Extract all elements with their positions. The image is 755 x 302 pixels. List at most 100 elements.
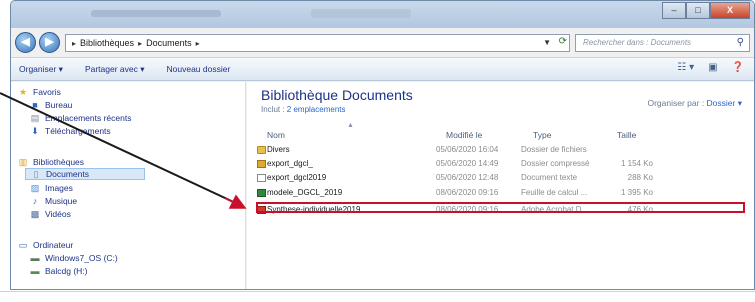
- address-row: ◀ ▶ ▸ Bibliothèques ▸ Documents ▸ ▼ ⟳ Re…: [11, 30, 754, 54]
- bottom-bar: [0, 291, 755, 302]
- address-bar[interactable]: ▸ Bibliothèques ▸ Documents ▸ ▼ ⟳: [65, 34, 570, 52]
- sidebar-item-documents[interactable]: ▯ Documents: [25, 168, 145, 180]
- file-row[interactable]: Divers 05/06/2020 16:04 Dossier de fichi…: [257, 145, 747, 156]
- sidebar-item-downloads[interactable]: ⬇ Téléchargements: [29, 125, 111, 137]
- file-modified: 08/06/2020 09:16: [436, 188, 499, 197]
- sidebar-item-label: Favoris: [33, 87, 61, 97]
- sidebar-item-label: Ordinateur: [33, 240, 74, 250]
- sidebar-item-favoris[interactable]: ★ Favoris: [17, 86, 61, 98]
- library-icon: ▥: [18, 157, 28, 167]
- address-separator: ▸: [138, 38, 143, 48]
- file-type: Feuille de calcul ...: [521, 188, 588, 197]
- arrange-by-dropdown[interactable]: Dossier ▾: [707, 98, 742, 108]
- file-modified: 05/06/2020 14:49: [436, 159, 499, 168]
- file-type: Dossier de fichiers: [521, 145, 587, 154]
- column-header-modified[interactable]: Modifié le: [446, 130, 482, 142]
- star-icon: ★: [18, 87, 28, 97]
- folder-icon: [257, 146, 266, 154]
- sidebar-item-label: Documents: [46, 169, 89, 179]
- sidebar-item-drive-c[interactable]: ▬ Windows7_OS (C:): [29, 252, 118, 264]
- column-header-type[interactable]: Type: [533, 130, 551, 142]
- computer-icon: ▭: [18, 240, 28, 250]
- sidebar-item-label: Téléchargements: [45, 126, 111, 136]
- file-type: Document texte: [521, 173, 578, 182]
- sidebar-item-recent[interactable]: ▤ Emplacements récents: [29, 112, 132, 124]
- explorer-window: – □ X ◀ ▶ ▸ Bibliothèques ▸ Documents ▸ …: [10, 0, 755, 290]
- library-includes: Inclut : 2 emplacements: [261, 105, 346, 114]
- images-icon: ▨: [30, 183, 40, 193]
- sidebar-item-label: Emplacements récents: [45, 113, 132, 123]
- recent-places-icon: ▤: [30, 113, 40, 123]
- forward-arrow-icon[interactable]: ▶: [39, 32, 60, 53]
- network-drive-icon: ▬: [30, 266, 40, 276]
- breadcrumb-documents[interactable]: Documents: [146, 38, 192, 48]
- chevron-down-icon[interactable]: ▼: [543, 38, 551, 47]
- music-icon: ♪: [32, 196, 38, 206]
- command-bar: Organiser ▾ Partager avec ▾ Nouveau doss…: [11, 57, 754, 81]
- sidebar-item-drive-h[interactable]: ▬ Balcdg (H:): [29, 265, 88, 277]
- new-folder-button[interactable]: Nouveau dossier: [167, 64, 231, 74]
- sidebar-item-ordinateur[interactable]: ▭ Ordinateur: [17, 239, 73, 251]
- title-bar[interactable]: – □ X: [11, 1, 754, 28]
- address-separator: ▸: [72, 38, 77, 48]
- search-icon[interactable]: ⚲: [737, 35, 744, 51]
- file-type: Dossier compressé: [521, 159, 590, 168]
- close-button[interactable]: X: [710, 2, 750, 19]
- search-placeholder: Rechercher dans : Documents: [583, 38, 692, 47]
- desktop-icon: ■: [32, 100, 38, 110]
- arrange-label: Organiser par :: [647, 98, 707, 108]
- file-size: 1 395 Ko: [620, 188, 653, 197]
- sidebar-item-label: Bureau: [45, 100, 73, 110]
- breadcrumb-bibliotheques[interactable]: Bibliothèques: [80, 38, 134, 48]
- highlight-box: [256, 202, 745, 213]
- address-separator: ▸: [195, 38, 200, 48]
- file-row[interactable]: export_dgcl_ 05/06/2020 14:49 Dossier co…: [257, 159, 747, 170]
- downloads-icon: ⬇: [31, 126, 39, 136]
- column-header-name[interactable]: Nom: [267, 130, 285, 142]
- documents-icon: ▯: [33, 169, 39, 179]
- help-icon[interactable]: ❓: [732, 62, 744, 73]
- sidebar-item-bibliotheques[interactable]: ▥ Bibliothèques: [17, 156, 84, 168]
- sidebar-item-label: Bibliothèques: [33, 157, 85, 167]
- refresh-icon[interactable]: ⟳: [559, 36, 567, 47]
- view-controls: ☷ ▾ ▣ ❓: [663, 62, 744, 73]
- file-row[interactable]: export_dgcl2019 05/06/2020 12:48 Documen…: [257, 173, 747, 184]
- maximize-button[interactable]: □: [686, 2, 710, 19]
- sidebar-item-label: Images: [45, 183, 73, 193]
- organize-button[interactable]: Organiser ▾: [19, 64, 63, 75]
- sidebar-item-videos[interactable]: ▩ Vidéos: [29, 208, 71, 220]
- file-modified: 05/06/2020 12:48: [436, 173, 499, 182]
- sidebar-item-label: Musique: [45, 196, 78, 206]
- zip-folder-icon: [257, 160, 266, 168]
- back-arrow-icon[interactable]: ◀: [15, 32, 36, 53]
- text-file-icon: [257, 174, 266, 182]
- file-size: 288 Ko: [627, 173, 653, 182]
- spreadsheet-icon: [257, 189, 266, 197]
- sidebar-item-bureau[interactable]: ■ Bureau: [29, 99, 72, 111]
- file-name: export_dgcl_: [267, 159, 313, 168]
- sidebar-item-images[interactable]: ▨ Images: [29, 182, 73, 194]
- library-title: Bibliothèque Documents: [261, 87, 413, 103]
- sidebar-item-label: Vidéos: [45, 209, 71, 219]
- arrange-by: Organiser par : Dossier ▾: [647, 98, 742, 109]
- navigation-pane: ★ Favoris ■ Bureau ▤ Emplacements récent…: [11, 82, 246, 289]
- window-controls: – □ X: [662, 2, 750, 19]
- sidebar-item-label: Balcdg (H:): [45, 266, 88, 276]
- search-input[interactable]: Rechercher dans : Documents ⚲: [575, 34, 750, 52]
- sort-indicator-icon: ▲: [347, 122, 354, 129]
- file-name: export_dgcl2019: [267, 173, 327, 182]
- includes-link[interactable]: 2 emplacements: [287, 105, 346, 114]
- sidebar-item-musique[interactable]: ♪ Musique: [29, 195, 77, 207]
- file-size: 1 154 Ko: [620, 159, 653, 168]
- view-options-icon[interactable]: ☷ ▾: [677, 62, 694, 73]
- file-row[interactable]: modele_DGCL_2019 08/06/2020 09:16 Feuill…: [257, 188, 747, 199]
- includes-prefix: Inclut :: [261, 105, 287, 114]
- blurred-title-2: [311, 9, 411, 18]
- preview-pane-icon[interactable]: ▣: [708, 62, 717, 73]
- column-header-size[interactable]: Taille: [617, 130, 636, 142]
- share-button[interactable]: Partager avec ▾: [85, 64, 145, 75]
- hard-drive-icon: ▬: [30, 253, 40, 263]
- minimize-button[interactable]: –: [662, 2, 686, 19]
- sidebar-item-label: Windows7_OS (C:): [45, 253, 118, 263]
- file-name: Divers: [267, 145, 290, 154]
